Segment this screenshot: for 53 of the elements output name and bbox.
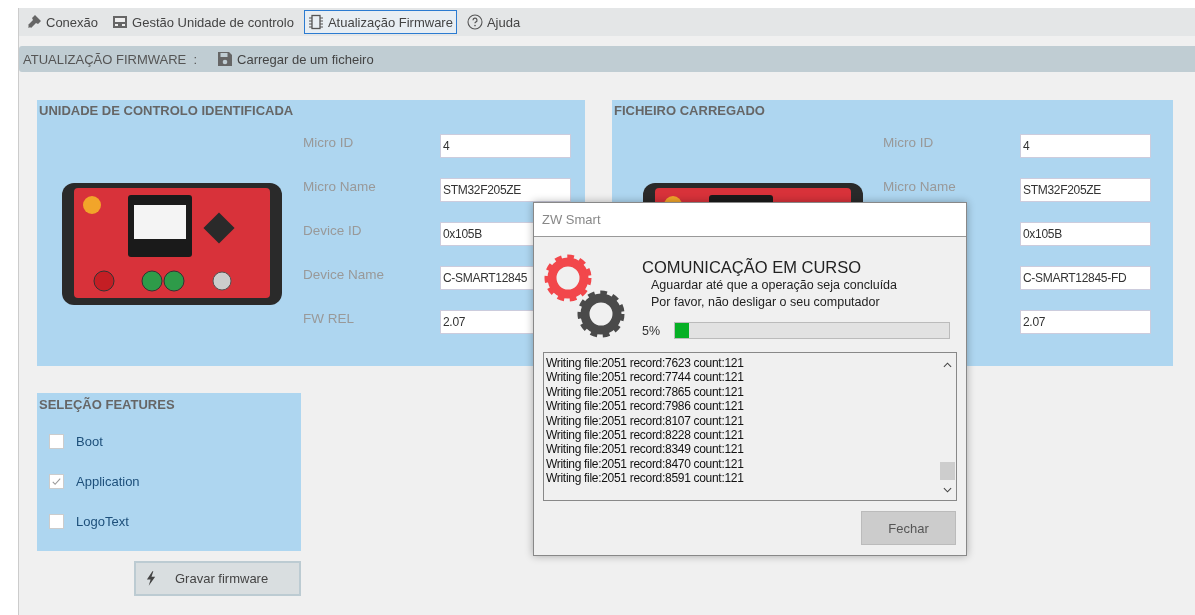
field-label: Device Name	[303, 266, 386, 284]
field-label: Micro ID	[303, 134, 355, 152]
log-line: Writing file:2051 record:7623 count:121	[546, 356, 745, 371]
checkbox-label: LogoText	[76, 514, 129, 529]
text-field[interactable]: 4	[440, 134, 571, 158]
field-label: FW REL	[303, 310, 355, 328]
text-field[interactable]: 4	[1020, 134, 1151, 158]
field-label: Micro Name	[883, 178, 957, 196]
text-field[interactable]: 2.07	[1020, 310, 1151, 334]
text-field[interactable]: 0x105B	[1020, 222, 1151, 246]
device-icon	[112, 14, 129, 30]
checkbox[interactable]	[49, 434, 64, 449]
menu-item[interactable]: Conexão	[22, 10, 103, 34]
lightning-icon	[146, 571, 157, 586]
panel-title: FICHEIRO CARREGADO	[614, 103, 766, 118]
dialog-message: Por favor, não desligar o seu computador	[651, 294, 881, 311]
dialog-title: ZW Smart	[534, 203, 966, 237]
panel-title: UNIDADE DE CONTROLO IDENTIFICADA	[39, 103, 295, 118]
field-label: Device ID	[303, 222, 363, 240]
help-icon	[466, 14, 483, 30]
scroll-thumb[interactable]	[940, 462, 955, 480]
log-line: Writing file:2051 record:7986 count:121	[546, 399, 745, 414]
dialog-message: Aguardar até que a operação seja concluída	[651, 277, 898, 294]
checkbox-label: Boot	[76, 434, 103, 449]
burn-firmware-button[interactable]: Gravar firmware	[134, 561, 301, 596]
scroll-up-icon[interactable]	[943, 362, 952, 368]
log-line: Writing file:2051 record:8349 count:121	[546, 442, 745, 457]
scroll-down-icon[interactable]	[943, 487, 952, 493]
load-file-button[interactable]: Carregar de um ficheiro	[217, 51, 374, 67]
panel-title: SELEÇÃO FEATURES	[39, 397, 176, 412]
checkbox-label: Application	[76, 474, 140, 489]
field-label: Micro ID	[883, 134, 935, 152]
progress-reading: 5%	[642, 323, 661, 338]
log-line: Writing file:2051 record:8470 count:121	[546, 456, 745, 472]
text-field[interactable]: C-SMART12845-FD	[1020, 266, 1151, 290]
dialog-heading: COMUNICAÇÃO EM CURSO	[642, 258, 863, 277]
log-line: Writing file:2051 record:8228 count:121	[546, 428, 745, 443]
text-field[interactable]: STM32F205ZE	[1020, 178, 1151, 202]
plug-icon	[26, 14, 42, 30]
text-field[interactable]: STM32F205ZE	[440, 178, 571, 202]
chip-icon	[307, 14, 324, 30]
menu-item[interactable]: Gestão Unidade de controlo	[108, 10, 298, 34]
close-button[interactable]: Fechar	[861, 511, 956, 545]
log-line: Writing file:2051 record:8107 count:121	[546, 413, 745, 429]
log-line: Writing file:2051 record:7744 count:121	[546, 370, 745, 385]
menu-item[interactable]: Atualização Firmware	[303, 10, 457, 34]
log-line: Writing file:2051 record:8591 count:121	[546, 471, 745, 486]
checkbox[interactable]	[49, 474, 64, 489]
field-label: Micro Name	[303, 178, 377, 196]
log-line: Writing file:2051 record:7865 count:121	[546, 384, 745, 400]
menu-item[interactable]: Ajuda	[462, 10, 525, 34]
section-title: ATUALIZAÇÃO FIRMWARE :	[23, 51, 198, 67]
checkbox[interactable]	[49, 514, 64, 529]
